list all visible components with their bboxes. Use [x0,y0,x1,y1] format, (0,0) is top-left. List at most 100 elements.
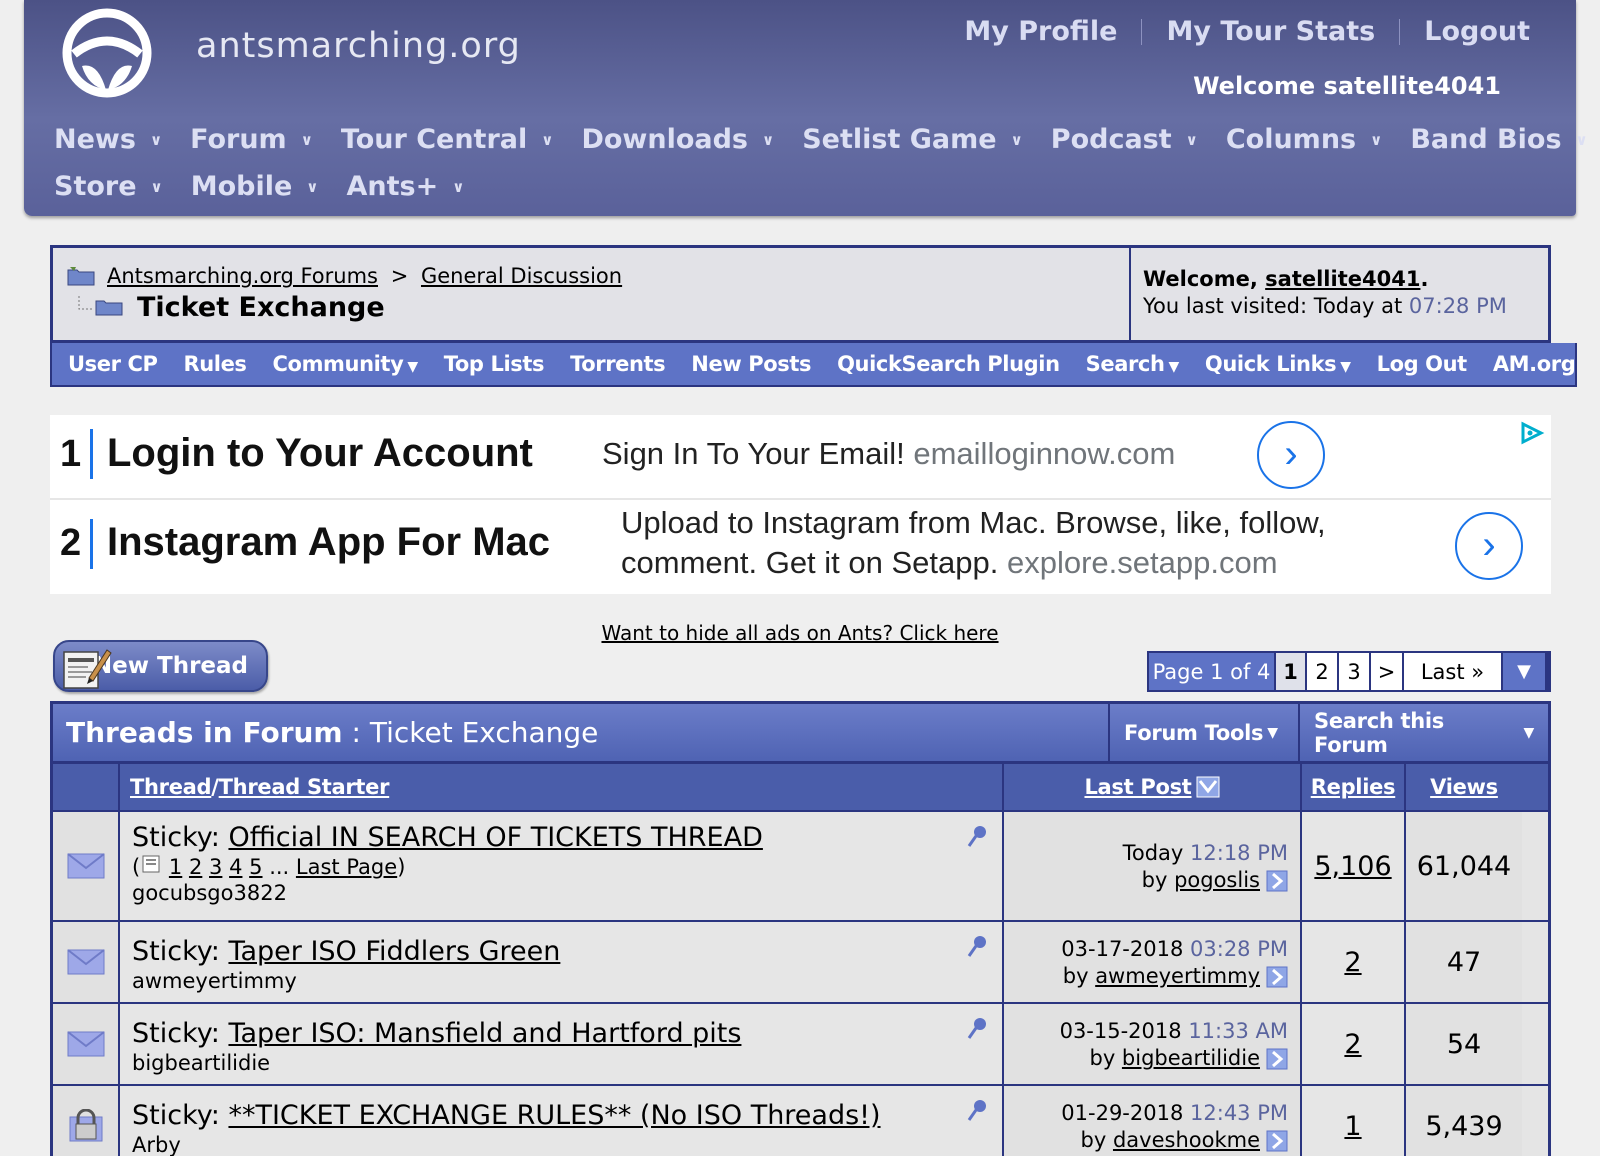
replies-link[interactable]: 1 [1344,1111,1361,1142]
ad-item[interactable]: 1 Login to Your Account Sign In To Your … [50,415,1551,498]
folder-icon[interactable] [67,266,95,286]
nav-tour-central[interactable]: Tour Central ∨ [341,124,554,155]
page-info: Page 1 of 4 [1149,653,1274,690]
crumb-forums-link[interactable]: Antsmarching.org Forums [107,264,378,288]
last-post-user-link[interactable]: bigbeartilidie [1122,1046,1260,1070]
col-thread: Thread / Thread Starter [118,764,1002,810]
nav-columns[interactable]: Columns ∨ [1226,124,1382,155]
crumb-section-link[interactable]: General Discussion [421,264,622,288]
page-1-current: 1 [1274,653,1305,690]
go-to-last-post-icon[interactable] [1266,1130,1288,1152]
ad-title[interactable]: Instagram App For Mac [107,520,550,565]
navbar-quick-links[interactable]: Quick Links ▼ [1205,352,1351,376]
ad-item[interactable]: 2 Instagram App For Mac Upload to Instag… [50,500,1551,594]
last-page-link[interactable]: Last » [1402,653,1501,690]
thread-page-link[interactable]: 4 [229,855,242,879]
navbar-label: Torrents [570,352,666,376]
replies-link[interactable]: 2 [1344,947,1361,978]
thread-cell: Sticky: Taper ISO Fiddlers Green awmeyer… [118,922,1002,1002]
thread-title-link[interactable]: Taper ISO Fiddlers Green [228,936,560,967]
status-cell [53,1004,118,1084]
next-page-link[interactable]: > [1369,653,1402,690]
navbar-search[interactable]: Search ▼ [1086,352,1180,376]
nav-podcast[interactable]: Podcast ∨ [1051,124,1198,155]
sort-replies-link[interactable]: Replies [1311,775,1396,799]
thread-starter[interactable]: awmeyertimmy [132,968,1002,994]
page-3-link[interactable]: 3 [1337,653,1369,690]
thread-title-link[interactable]: Taper ISO: Mansfield and Hartford pits [228,1018,741,1049]
ad-title[interactable]: Login to Your Account [107,431,533,476]
nav-downloads[interactable]: Downloads ∨ [581,124,774,155]
navbar-label: Quick Links [1204,352,1337,376]
nav-setlist-game[interactable]: Setlist Game ∨ [802,124,1023,155]
nav-ants-plus[interactable]: Ants+ ∨ [346,171,464,202]
sort-thread-link[interactable]: Thread [130,775,212,799]
last-post-user-link[interactable]: awmeyertimmy [1095,964,1260,988]
site-name[interactable]: antsmarching.org [196,26,521,66]
go-to-last-post-icon[interactable] [1266,1048,1288,1070]
thread-page-link[interactable]: 3 [209,855,222,879]
navbar-label: User CP [68,352,158,376]
title-separator: : [342,716,370,749]
my-tour-stats-link[interactable]: My Tour Stats [1142,16,1399,47]
nav-store[interactable]: Store ∨ [54,171,163,202]
logout-link[interactable]: Logout [1400,16,1530,47]
search-forum-menu[interactable]: Search this Forum ▼ [1298,704,1548,761]
thread-starter[interactable]: Arby [132,1132,1002,1156]
views-cell: 61,044 [1404,812,1522,920]
chevron-down-icon: ∨ [306,177,319,196]
forum-tools-menu[interactable]: Forum Tools ▼ [1108,704,1298,761]
thread-starter[interactable]: gocubsgo3822 [132,880,1002,906]
thread-page-link[interactable]: 1 [169,855,182,879]
navbar-torrents[interactable]: Torrents [570,352,666,376]
thread-title-link[interactable]: Official IN SEARCH OF TICKETS THREAD [228,822,762,853]
go-to-last-post-icon[interactable] [1266,966,1288,988]
chevron-right-icon[interactable]: › [1257,421,1325,489]
navbar-user-cp[interactable]: User CP [68,352,158,376]
ad-block: 1 Login to Your Account Sign In To Your … [50,415,1551,594]
thread-starter[interactable]: bigbeartilidie [132,1050,1002,1076]
username-link[interactable]: satellite4041 [1265,267,1420,291]
ants-logo-icon[interactable] [62,8,152,98]
nav-band-bios[interactable]: Band Bios ∨ [1410,124,1587,155]
last-post-user-link[interactable]: pogoslis [1174,868,1260,892]
my-profile-link[interactable]: My Profile [940,16,1141,47]
sort-order-icon[interactable] [1196,776,1220,798]
navbar-new-posts[interactable]: New Posts [691,352,811,376]
navbar-am-org[interactable]: AM.org [1493,352,1576,376]
replies-link[interactable]: 2 [1344,1029,1361,1060]
navbar-community[interactable]: Community ▼ [273,352,419,376]
navbar-label: Log Out [1376,352,1468,376]
navbar-quicksearch-plugin[interactable]: QuickSearch Plugin [837,352,1060,376]
hide-ads-link[interactable]: Want to hide all ads on Ants? Click here [601,621,998,645]
sort-views-link[interactable]: Views [1430,775,1498,799]
replies-link[interactable]: 5,106 [1314,851,1391,882]
go-to-last-post-icon[interactable] [1266,870,1288,892]
col-slash: / [211,775,219,799]
new-thread-icon [63,649,112,689]
thread-page-link[interactable]: 5 [249,855,262,879]
sticky-pin-icon [967,826,986,847]
page-jump-dropdown-icon[interactable]: ▼ [1501,653,1545,690]
thread-last-page-link[interactable]: Last Page [296,855,397,879]
lock-icon [69,1109,102,1142]
new-thread-button[interactable]: New Thread [53,640,268,692]
thread-page-link[interactable]: 2 [189,855,202,879]
chevron-down-icon: ∨ [452,177,465,196]
navbar-top-lists[interactable]: Top Lists [444,352,545,376]
threads-title-bold: Threads in Forum [66,716,343,749]
sort-last-post-link[interactable]: Last Post [1084,775,1191,799]
page-2-link[interactable]: 2 [1305,653,1337,690]
last-post-user-link[interactable]: daveshookme [1113,1128,1260,1152]
navbar-log-out[interactable]: Log Out [1376,352,1468,376]
ad-description: Upload to Instagram from Mac. Browse, li… [621,503,1326,583]
nav-forum[interactable]: Forum ∨ [190,124,313,155]
sort-starter-link[interactable]: Thread Starter [219,775,390,799]
nav-news[interactable]: News ∨ [54,124,162,155]
navbar-rules[interactable]: Rules [183,352,246,376]
last-post-date: 01-29-2018 [1061,1101,1184,1125]
nav-mobile[interactable]: Mobile ∨ [191,171,319,202]
chevron-right-icon[interactable]: › [1455,512,1523,580]
ad-url: explore.setapp.com [1006,545,1278,580]
thread-title-link[interactable]: **TICKET EXCHANGE RULES** (No ISO Thread… [228,1100,880,1131]
